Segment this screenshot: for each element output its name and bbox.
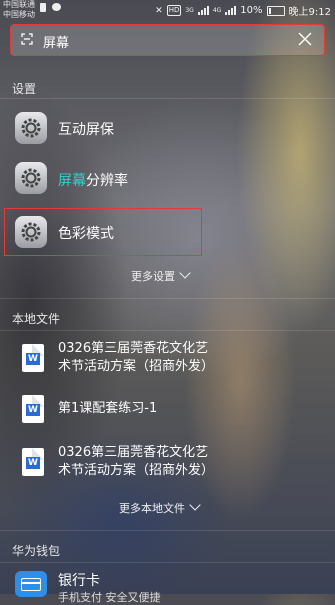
file-name-line-1: 0326第三届莞香花文化艺	[58, 341, 209, 356]
carrier-info: 中国联通 中国移动	[3, 0, 35, 20]
section-title-settings: 设置	[12, 82, 37, 96]
settings-gear-icon	[15, 162, 47, 194]
settings-item-screen-resolution[interactable]: 屏幕分辨率	[0, 160, 335, 200]
more-local-files-label: 更多本地文件	[119, 502, 185, 515]
word-document-icon: W	[22, 344, 44, 372]
settings-item-label: 屏幕分辨率	[58, 170, 128, 190]
more-settings-label: 更多设置	[131, 270, 175, 283]
divider	[0, 330, 335, 331]
search-match-highlight: 屏幕	[58, 173, 86, 189]
hd-badge: HD	[166, 5, 182, 16]
settings-gear-icon	[15, 216, 47, 248]
search-input[interactable]: 屏幕	[43, 32, 69, 51]
battery-percent: 10%	[240, 5, 263, 16]
status-indicators: ✕ HD 3G 4G 10% 晚上9:12	[155, 3, 331, 18]
file-name: 0326第三届莞香花文化艺 术节活动方案（招商外发）	[58, 340, 248, 376]
divider	[0, 562, 335, 563]
file-item[interactable]: W 第1课配套练习-1	[0, 394, 335, 430]
word-document-icon: W	[22, 395, 44, 423]
section-title-wallet: 华为钱包	[12, 544, 61, 558]
divider	[0, 98, 335, 99]
carrier-1: 中国联通	[3, 0, 35, 9]
divider	[0, 530, 335, 531]
file-item[interactable]: W 0326第三届莞香花文化艺 术节活动方案（招商外发）	[0, 442, 335, 486]
signal-2-icon	[225, 6, 237, 15]
word-w-glyph: W	[26, 353, 40, 365]
settings-item-label: 互动屏保	[58, 122, 114, 138]
more-settings-link[interactable]: 更多设置	[131, 267, 191, 284]
word-w-glyph: W	[26, 457, 40, 469]
settings-item-interactive-screensaver[interactable]: 互动屏保	[0, 108, 335, 148]
section-title-local-files: 本地文件	[12, 312, 61, 326]
word-w-glyph: W	[26, 404, 40, 416]
scan-icon[interactable]	[21, 33, 33, 45]
network-2-label: 4G	[212, 7, 222, 14]
message-icon	[52, 3, 61, 11]
clock: 晚上9:12	[288, 7, 331, 18]
settings-item-label: 色彩模式	[58, 226, 114, 242]
more-local-files-link[interactable]: 更多本地文件	[119, 499, 201, 516]
wallet-item-label[interactable]: 银行卡	[58, 570, 100, 590]
file-name-line-2: 术节活动方案（招商外发）	[58, 359, 215, 374]
chevron-down-icon	[179, 267, 191, 279]
bank-card-icon	[15, 571, 47, 597]
file-name: 第1课配套练习-1	[58, 401, 158, 416]
chevron-down-icon	[189, 499, 201, 511]
settings-item-label-rest: 分辨率	[86, 173, 128, 189]
status-bar: 中国联通 中国移动 ✕ HD 3G 4G 10% 晚上9:12	[0, 0, 335, 20]
file-name-line-2: 术节活动方案（招商外发）	[58, 463, 215, 478]
notification-icon	[40, 3, 46, 12]
carrier-2: 中国移动	[3, 10, 35, 19]
mute-icon: ✕	[155, 5, 163, 16]
network-1-label: 3G	[185, 7, 194, 14]
clear-icon[interactable]	[296, 30, 314, 48]
word-document-icon: W	[22, 448, 44, 476]
signal-1-icon	[197, 6, 209, 15]
search-bar[interactable]: 屏幕	[10, 24, 325, 56]
file-item[interactable]: W 0326第三届莞香花文化艺 术节活动方案（招商外发）	[0, 338, 335, 382]
settings-item-color-mode[interactable]: 色彩模式	[0, 212, 335, 252]
divider	[0, 298, 335, 299]
settings-gear-icon	[15, 112, 47, 144]
file-name-line-1: 0326第三届莞香花文化艺	[58, 445, 209, 460]
file-name: 0326第三届莞香花文化艺 术节活动方案（招商外发）	[58, 444, 248, 480]
battery-icon	[266, 5, 285, 16]
wallet-item-sublabel: 手机支付 安全又便捷	[58, 591, 161, 604]
